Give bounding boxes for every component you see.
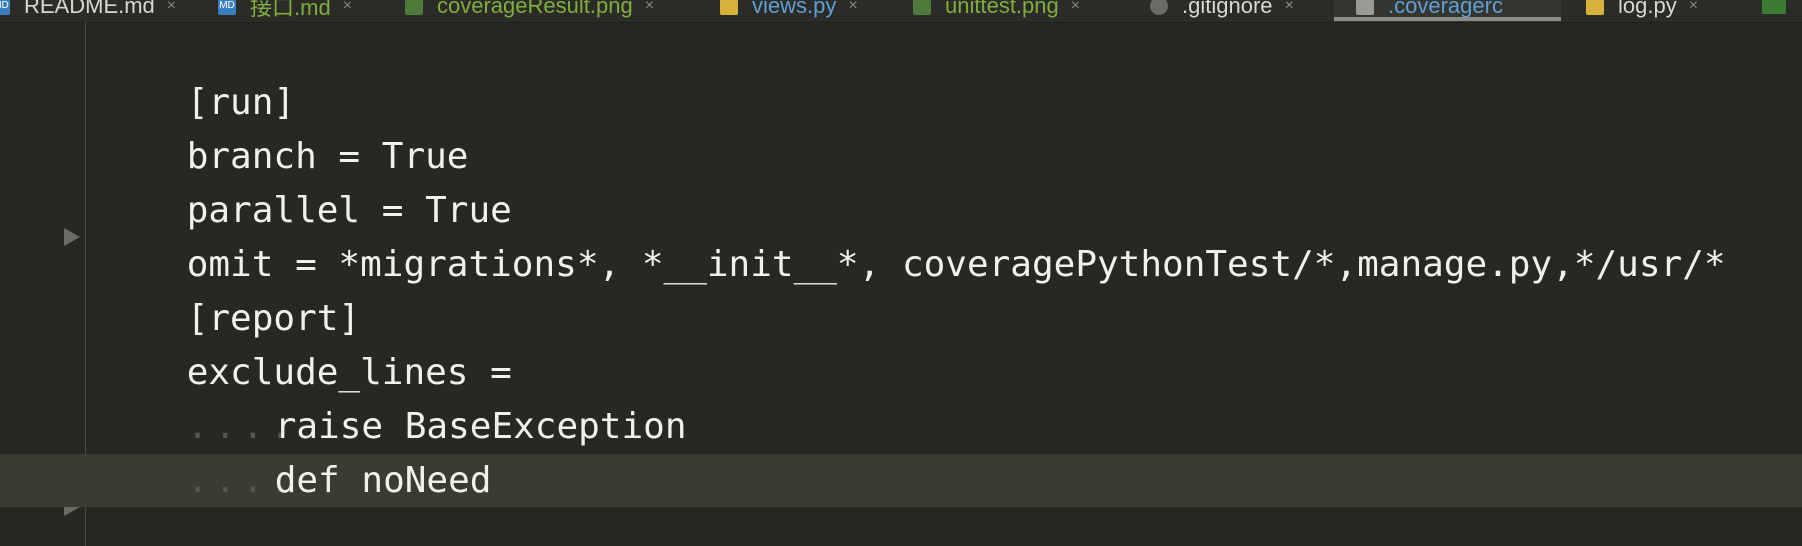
tab-label: README.md [24,0,155,18]
code-line-current[interactable] [100,454,187,508]
indent-whitespace-marker: .... [186,460,298,501]
code-line[interactable]: exclude_lines = [100,292,512,393]
gitignore-icon [1150,0,1168,15]
code-line[interactable]: omit = *migrations*, *__init__*, coverag… [100,184,1726,285]
close-icon[interactable]: × [645,0,654,15]
close-icon[interactable]: × [1071,0,1080,15]
python-icon [1586,0,1604,15]
tab-readme[interactable]: MD README.md × [0,0,176,22]
tab-log-py[interactable]: log.py × [1586,0,1698,22]
close-icon[interactable]: × [1285,0,1294,15]
tab-gitignore[interactable]: .gitignore × [1150,0,1294,22]
code-line[interactable]: ....raise BaseException [100,346,687,447]
tab-views-py[interactable]: views.py × [720,0,858,22]
tab-unittest-png[interactable]: unittest.png × [913,0,1080,22]
close-icon[interactable]: × [848,0,857,15]
code-line[interactable]: ....def noNeed [100,400,492,501]
tab-label: .coveragerc [1388,0,1503,18]
close-icon[interactable]: × [343,0,352,15]
tab-label: coverageResult.png [437,0,633,18]
tab-label: .gitignore [1182,0,1273,18]
python-icon [720,0,738,15]
code-text: def noNeed [274,460,492,501]
tab-label: log.py [1618,0,1677,18]
code-line[interactable]: [report] [100,238,360,339]
overflow-tab-icon[interactable] [1762,0,1786,14]
tab-label: views.py [752,0,837,18]
code-text: omit = *migrations*, *__init__*, coverag… [186,244,1726,285]
code-line[interactable]: branch = True [100,76,469,177]
close-icon[interactable]: × [167,0,176,15]
close-icon[interactable]: × [1689,0,1698,15]
config-file-icon [1356,0,1374,15]
tab-interface-md[interactable]: MD 接口.md × [218,0,352,22]
active-tab-indicator [1334,17,1561,21]
tab-coverage-result-png[interactable]: coverageResult.png × [405,0,654,22]
image-icon [405,0,423,15]
markdown-icon: MD [0,0,10,15]
tab-label: unittest.png [945,0,1059,18]
code-line[interactable]: [run] [100,22,295,123]
markdown-icon: MD [218,0,236,15]
tab-label: 接口.md [250,0,331,20]
editor-tab-bar: MD README.md × MD 接口.md × coverageResult… [0,0,1802,23]
code-line[interactable]: parallel = True [100,130,512,231]
fold-marker-icon[interactable] [64,228,80,246]
image-icon [913,0,931,15]
